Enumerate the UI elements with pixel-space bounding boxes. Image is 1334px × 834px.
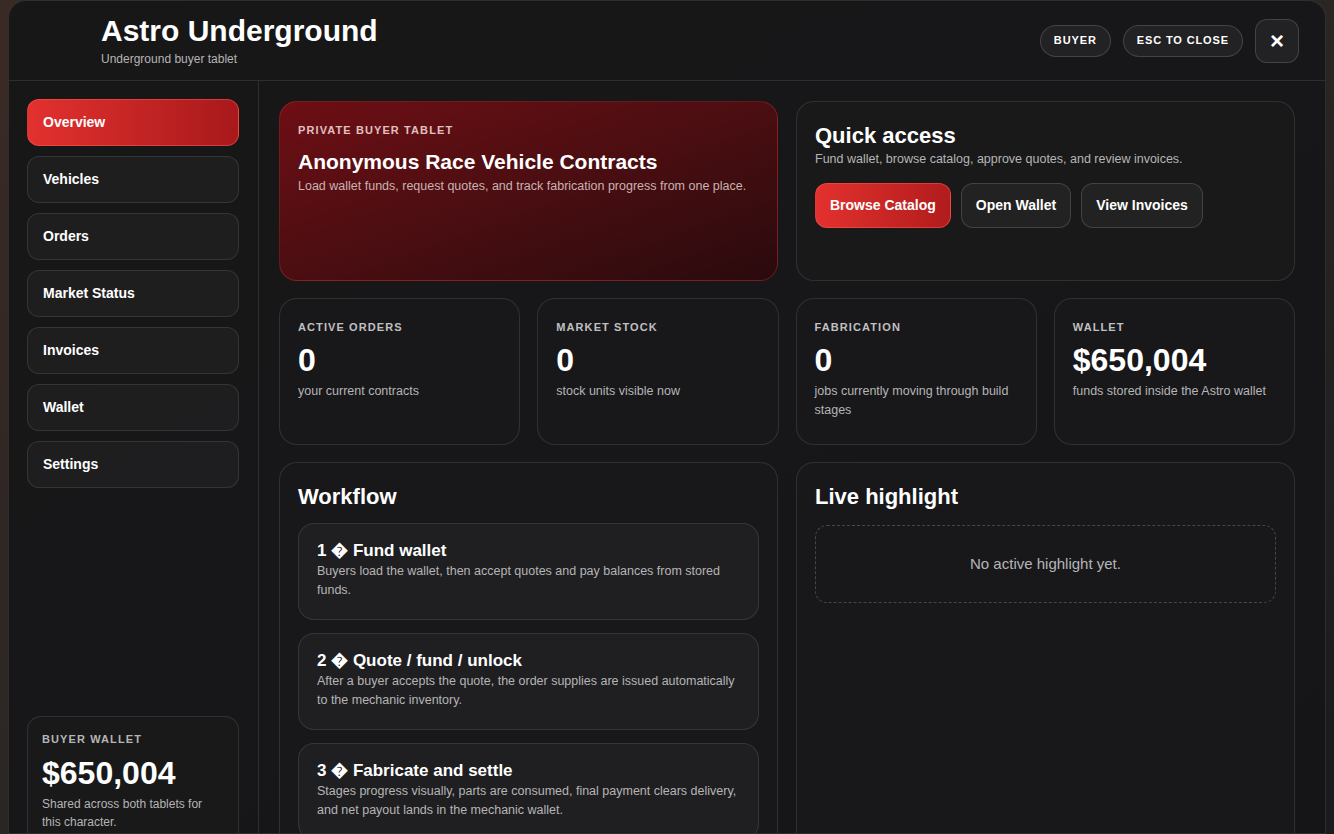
highlight-empty-text: No active highlight yet. <box>970 553 1121 576</box>
stat-label: FABRICATION <box>815 319 1018 336</box>
sidebar-item-label: Overview <box>43 112 105 133</box>
sidebar-item[interactable]: Overview <box>27 99 239 146</box>
stat-card: WALLET $650,004 funds stored inside the As… <box>1054 298 1295 445</box>
wallet-note: Shared across both tablets for this char… <box>42 795 224 831</box>
header-badge: BUYER <box>1040 25 1111 57</box>
body: Overview Vehicles Orders Market Status Invoi… <box>9 81 1325 833</box>
hero-card: PRIVATE BUYER TABLET Anonymous Race Vehic… <box>279 101 778 281</box>
stat-card: ACTIVE ORDERS 0 your current contracts <box>279 298 520 445</box>
wallet-label: BUYER WALLET <box>42 731 224 748</box>
tablet: Astro Underground Underground buyer table… <box>8 0 1326 834</box>
stat-value: 0 <box>556 340 759 380</box>
sidebar-item-label: Orders <box>43 226 89 247</box>
workflow-step-title: 3 � Fabricate and settle <box>317 760 740 782</box>
sidebar-item-label: Vehicles <box>43 169 99 190</box>
quick-access-title: Quick access <box>815 122 1276 150</box>
quick-access-button[interactable]: Open Wallet <box>961 183 1071 228</box>
stat-note: stock units visible now <box>556 382 759 401</box>
workflow-step-title: 2 � Quote / fund / unlock <box>317 650 740 672</box>
quick-access-button[interactable]: Browse Catalog <box>815 183 951 228</box>
sidebar: Overview Vehicles Orders Market Status Invoi… <box>9 81 259 834</box>
sidebar-item[interactable]: Settings <box>27 441 239 488</box>
workflow-step-title: 1 � Fund wallet <box>317 540 740 562</box>
workflow-steps: 1 � Fund walletBuyers load the wallet, t… <box>298 523 759 834</box>
stat-card: FABRICATION 0jobs currently moving throug… <box>796 298 1037 445</box>
workflow-step: 3 � Fabricate and settleStages progress … <box>298 743 759 834</box>
close-button[interactable]: × <box>1255 19 1299 63</box>
app-subtitle: Underground buyer tablet <box>101 50 378 68</box>
header: Astro Underground Underground buyer table… <box>9 1 1325 81</box>
highlight-card: Live highlight No active highlight yet. <box>796 462 1295 834</box>
header-badge[interactable]: ESC TO CLOSE <box>1123 25 1243 57</box>
stat-value: $650,004 <box>1073 340 1276 380</box>
hero-title: Anonymous Race Vehicle Contracts <box>298 149 759 175</box>
sidebar-item-label: Invoices <box>43 340 99 361</box>
sidebar-nav: Overview Vehicles Orders Market Status Invoi… <box>27 99 239 488</box>
stat-card: MARKET STOCK 0 stock units visible now <box>537 298 778 445</box>
stat-note: funds stored inside the Astro wallet <box>1073 382 1276 401</box>
sidebar-item-label: Market Status <box>43 283 135 304</box>
stats-row: ACTIVE ORDERS 0 your current contracts MARK… <box>279 298 1295 445</box>
stat-note: jobs currently moving through build stag… <box>815 382 1018 420</box>
hero-description: Load wallet funds, request quotes, and t… <box>298 177 759 196</box>
workflow-title: Workflow <box>298 483 759 511</box>
stat-label: MARKET STOCK <box>556 319 759 336</box>
sidebar-item[interactable]: Vehicles <box>27 156 239 203</box>
sidebar-item[interactable]: Orders <box>27 213 239 260</box>
app-title: Astro Underground <box>101 14 378 48</box>
sidebar-item-label: Wallet <box>43 397 84 418</box>
quick-access-buttons: Browse CatalogOpen WalletView Invoices <box>815 183 1276 228</box>
sidebar-item[interactable]: Wallet <box>27 384 239 431</box>
workflow-step-description: After a buyer accepts the quote, the ord… <box>317 672 740 710</box>
stat-value: 0 <box>815 340 1018 380</box>
header-titles: Astro Underground Underground buyer table… <box>101 14 378 68</box>
header-actions: BUYER ESC TO CLOSE × <box>1040 19 1299 63</box>
top-row: PRIVATE BUYER TABLET Anonymous Race Vehic… <box>279 101 1295 281</box>
main: PRIVATE BUYER TABLET Anonymous Race Vehic… <box>259 81 1325 834</box>
stat-value: 0 <box>298 340 501 380</box>
quick-access-description: Fund wallet, browse catalog, approve quo… <box>815 150 1276 169</box>
bottom-row: Workflow 1 � Fund walletBuyers load the w… <box>279 462 1295 834</box>
highlight-title: Live highlight <box>815 483 1276 511</box>
wallet-card: BUYER WALLET $650,004Shared across both t… <box>27 716 239 834</box>
stat-label: WALLET <box>1073 319 1276 336</box>
sidebar-item[interactable]: Invoices <box>27 327 239 374</box>
quick-access-card: Quick accessFund wallet, browse catalog,… <box>796 101 1295 281</box>
workflow-step-description: Buyers load the wallet, then accept quot… <box>317 562 740 600</box>
stat-label: ACTIVE ORDERS <box>298 319 501 336</box>
wallet-amount: $650,004 <box>42 753 224 793</box>
quick-access-button[interactable]: View Invoices <box>1081 183 1203 228</box>
sidebar-item[interactable]: Market Status <box>27 270 239 317</box>
hero-eyebrow: PRIVATE BUYER TABLET <box>298 122 759 139</box>
workflow-card: Workflow 1 � Fund walletBuyers load the w… <box>279 462 778 834</box>
sidebar-item-label: Settings <box>43 454 98 475</box>
workflow-step-description: Stages progress visually, parts are cons… <box>317 782 740 820</box>
workflow-step: 1 � Fund walletBuyers load the wallet, t… <box>298 523 759 620</box>
workflow-step: 2 � Quote / fund / unlockAfter a buyer a… <box>298 633 759 730</box>
stat-note: your current contracts <box>298 382 501 401</box>
highlight-empty: No active highlight yet. <box>815 525 1276 603</box>
